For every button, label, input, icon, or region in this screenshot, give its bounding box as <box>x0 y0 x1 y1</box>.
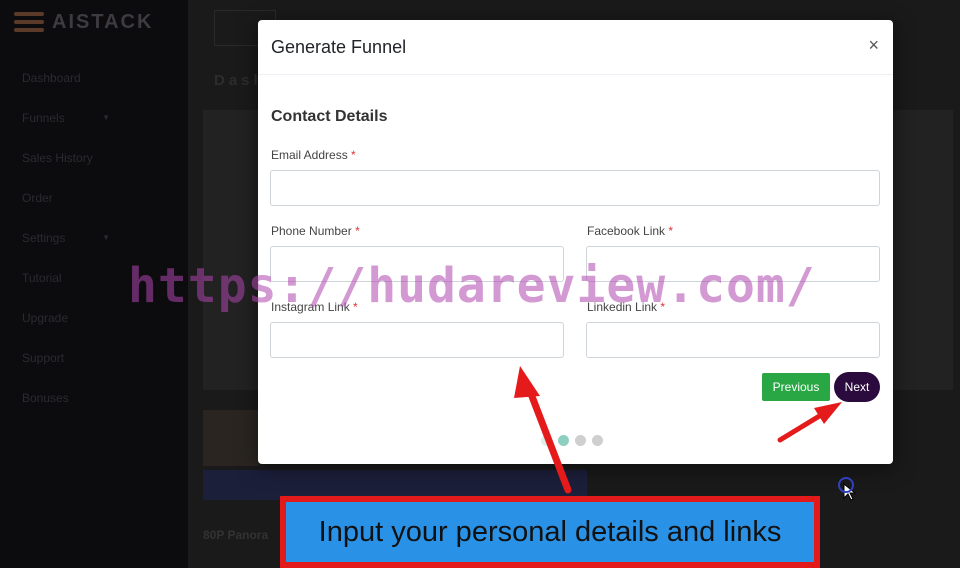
annotation-arrows <box>514 366 842 494</box>
caption-text: Input your personal details and links <box>318 515 782 548</box>
app-root: AISTACK Dashboard Funnels ▼ Sales History… <box>0 0 960 568</box>
click-indicator <box>838 477 854 493</box>
arrow-to-next-button <box>777 402 842 443</box>
caption-inner: Input your personal details and links <box>286 502 814 562</box>
arrow-to-fields <box>514 366 572 494</box>
caption-box: Input your personal details and links <box>280 496 820 568</box>
